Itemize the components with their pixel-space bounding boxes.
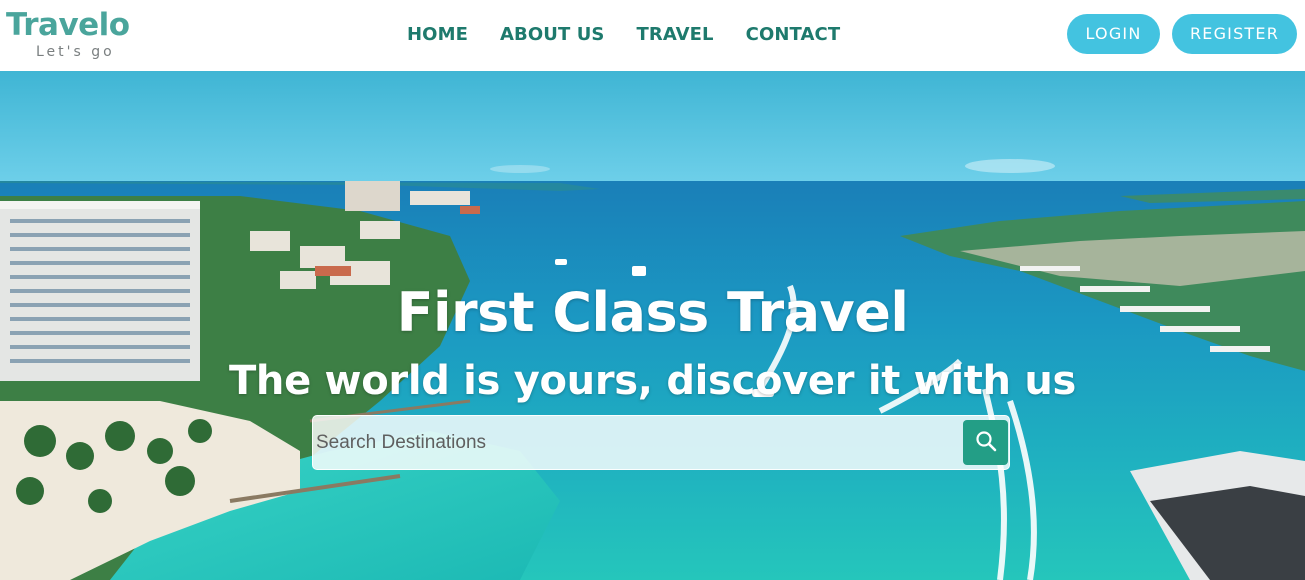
hero-title: First Class Travel <box>396 281 909 344</box>
hero-section: First Class Travel The world is yours, d… <box>0 71 1305 580</box>
nav-item-travel[interactable]: TRAVEL <box>620 22 729 48</box>
search-icon <box>975 430 997 455</box>
auth-buttons: LOGIN REGISTER <box>1067 14 1297 54</box>
search-button[interactable] <box>963 420 1008 465</box>
logo[interactable]: Travelo Let's go <box>6 6 156 62</box>
search-input[interactable] <box>316 419 956 467</box>
login-button[interactable]: LOGIN <box>1067 14 1160 54</box>
site-header: Travelo Let's go HOME ABOUT US TRAVEL CO… <box>0 0 1305 71</box>
search-bar <box>312 415 1010 470</box>
logo-wordmark: Travelo <box>6 7 130 43</box>
main-nav: HOME ABOUT US TRAVEL CONTACT <box>391 22 856 48</box>
nav-item-home[interactable]: HOME <box>391 22 484 48</box>
nav-item-contact[interactable]: CONTACT <box>730 22 857 48</box>
nav-item-about-us[interactable]: ABOUT US <box>484 22 621 48</box>
register-button[interactable]: REGISTER <box>1172 14 1297 54</box>
hero-subtitle: The world is yours, discover it with us <box>228 358 1077 404</box>
logo-tagline: Let's go <box>36 44 115 60</box>
